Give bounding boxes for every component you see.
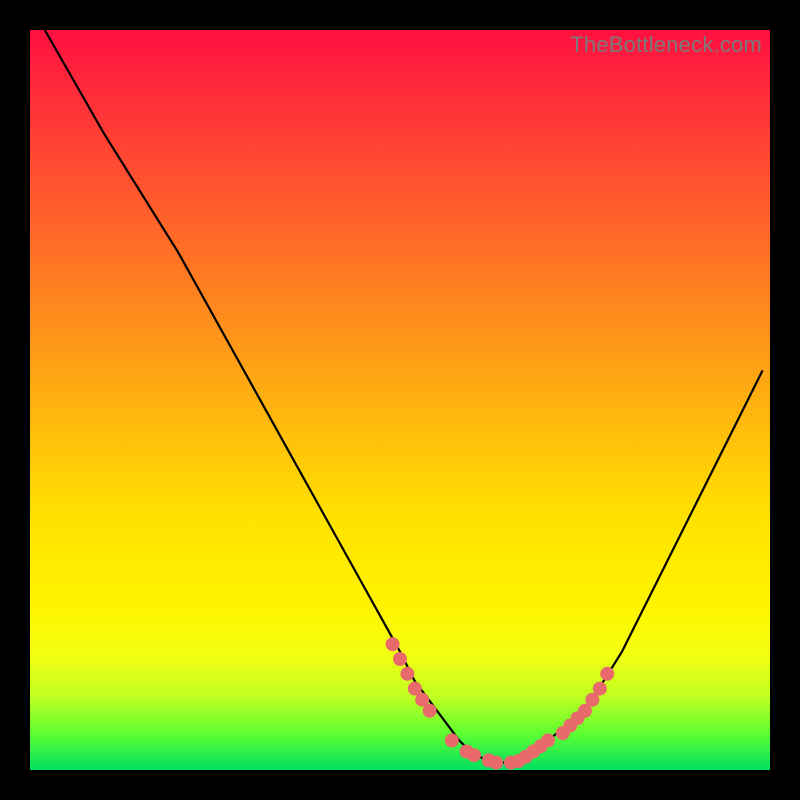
bottleneck-curve	[45, 30, 763, 763]
marker-cluster-left	[386, 637, 437, 718]
marker-dot	[467, 748, 481, 762]
marker-dot	[600, 667, 614, 681]
marker-dot	[400, 667, 414, 681]
marker-dot	[445, 733, 459, 747]
marker-cluster-right	[556, 667, 614, 740]
chart-container: TheBottleneck.com	[0, 0, 800, 800]
marker-dot	[386, 637, 400, 651]
marker-dot	[489, 756, 503, 770]
plot-area: TheBottleneck.com	[30, 30, 770, 770]
marker-dot	[423, 704, 437, 718]
chart-svg	[30, 30, 770, 770]
marker-dot	[393, 652, 407, 666]
marker-cluster-bottom	[445, 733, 555, 769]
marker-dot	[593, 682, 607, 696]
marker-dot	[541, 733, 555, 747]
